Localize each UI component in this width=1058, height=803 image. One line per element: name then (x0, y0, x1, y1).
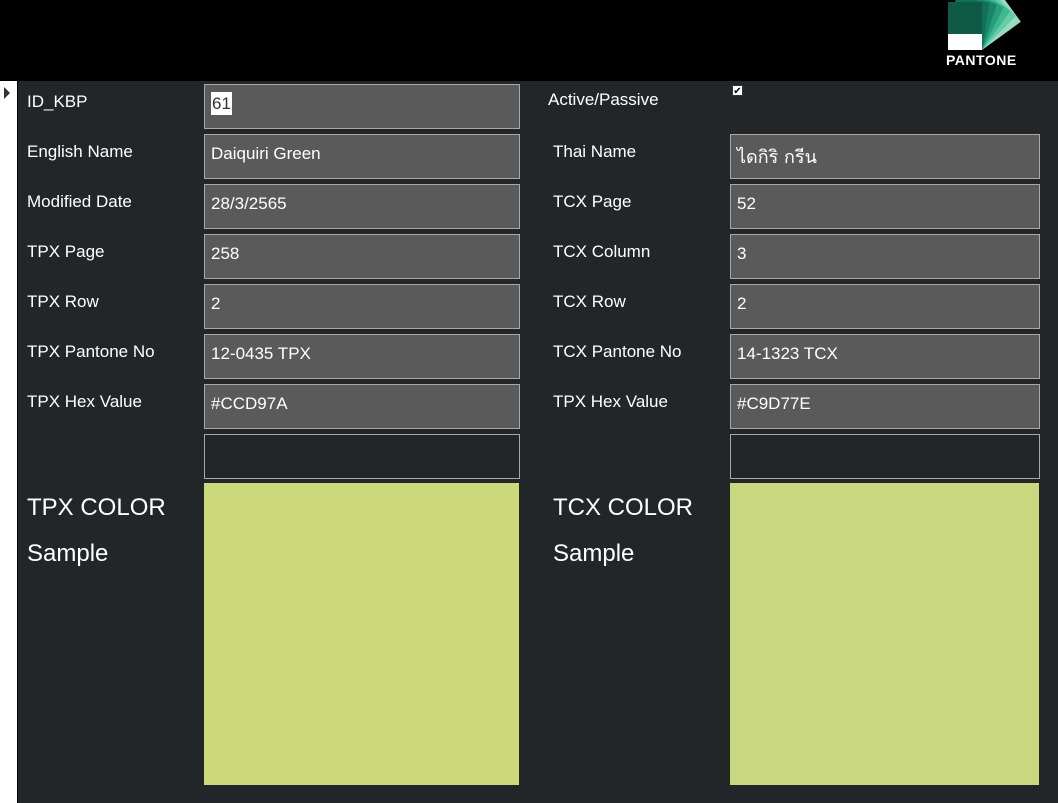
tpx-extra-field[interactable] (204, 434, 520, 479)
modified-date-label: Modified Date (27, 192, 132, 211)
tcx-sample-label: Sample (553, 540, 635, 567)
modified-date-field[interactable]: 28/3/2565 (204, 184, 520, 229)
tcx-row-field[interactable]: 2 (730, 284, 1040, 329)
thai-name-label: Thai Name (553, 142, 637, 161)
tcx-column-label: TCX Column (553, 242, 651, 261)
tcx-hex-value-label: TPX Hex Value (553, 392, 668, 411)
tcx-page-field[interactable]: 52 (730, 184, 1040, 229)
tpx-pantone-no-field[interactable]: 12-0435 TPX (204, 334, 520, 379)
tcx-pantone-no-label: TCX Pantone No (553, 342, 682, 361)
id-kbp-label: ID_KBP (27, 92, 88, 111)
active-passive-checkbox[interactable]: ✔ (732, 85, 743, 97)
current-record-arrow-icon (4, 87, 10, 99)
thai-name-field[interactable]: ไดกิริ กรีน (730, 134, 1040, 179)
tpx-hex-value-field[interactable]: #CCD97A (204, 384, 520, 429)
english-name-label: English Name (27, 142, 133, 161)
tcx-hex-value-field[interactable]: #C9D77E (730, 384, 1040, 429)
tpx-sample-label: Sample (27, 540, 109, 567)
tcx-color-swatch (730, 483, 1039, 785)
tpx-row-label: TPX Row (27, 292, 99, 311)
tpx-hex-value-label: TPX Hex Value (27, 392, 142, 411)
tpx-color-title: TPX COLOR (27, 494, 166, 521)
tpx-page-label: TPX Page (27, 242, 105, 261)
tcx-color-title: TCX COLOR (553, 494, 694, 521)
active-passive-label: Active/Passive (548, 90, 659, 109)
header-bar: PANTONE (0, 0, 1058, 81)
tpx-row-field[interactable]: 2 (204, 284, 520, 329)
pantone-logo-text: PANTONE (946, 52, 1017, 68)
record-selector[interactable] (0, 81, 18, 803)
tcx-pantone-no-field[interactable]: 14-1323 TCX (730, 334, 1040, 379)
tcx-column-field[interactable]: 3 (730, 234, 1040, 279)
english-name-field[interactable]: Daiquiri Green (204, 134, 520, 179)
tpx-page-field[interactable]: 258 (204, 234, 520, 279)
tpx-pantone-no-label: TPX Pantone No (27, 342, 155, 361)
tcx-row-label: TCX Row (553, 292, 626, 311)
tcx-page-label: TCX Page (553, 192, 632, 211)
tcx-extra-field[interactable] (730, 434, 1040, 479)
id-kbp-field[interactable]: 61 (204, 84, 520, 129)
tpx-color-swatch (204, 483, 519, 785)
